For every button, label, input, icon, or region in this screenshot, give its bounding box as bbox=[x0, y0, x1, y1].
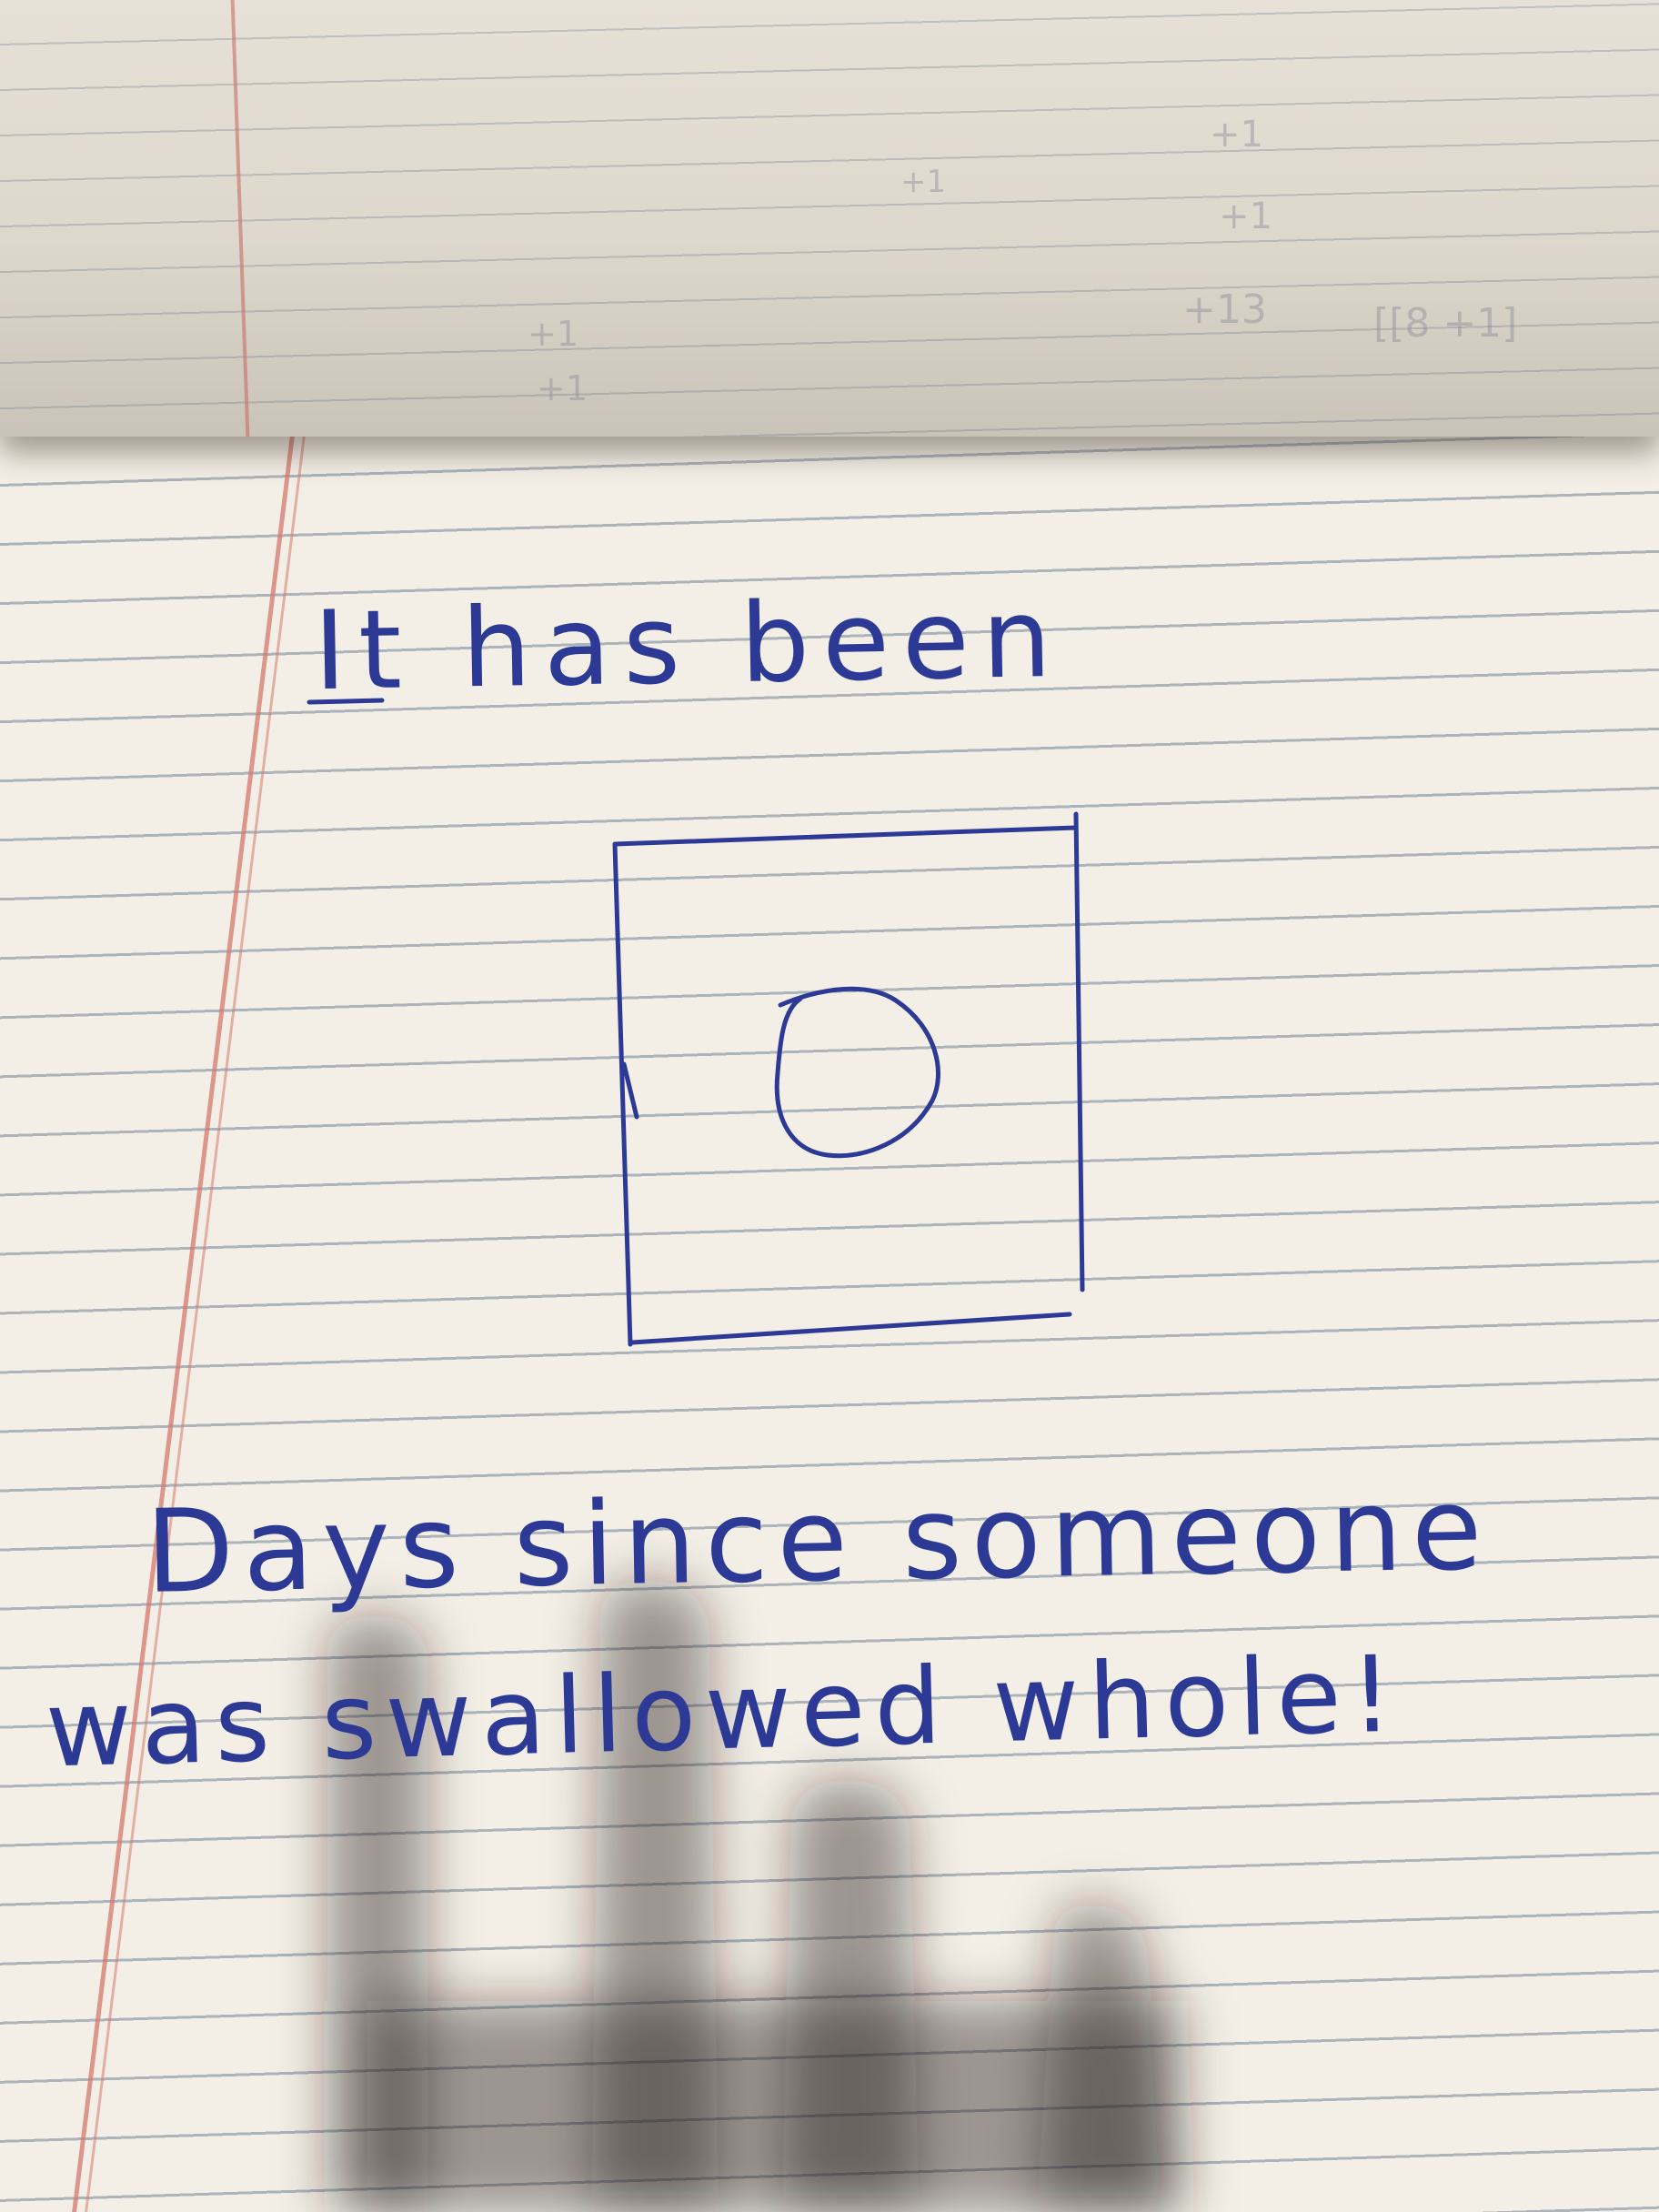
photo-scene: +1 +1 +13 [[8 +1] +1 +1 +1 It has been D… bbox=[0, 0, 1659, 2212]
note-line-1: It has been bbox=[312, 575, 1065, 716]
note-line-2: Days since someone bbox=[144, 1462, 1493, 1619]
